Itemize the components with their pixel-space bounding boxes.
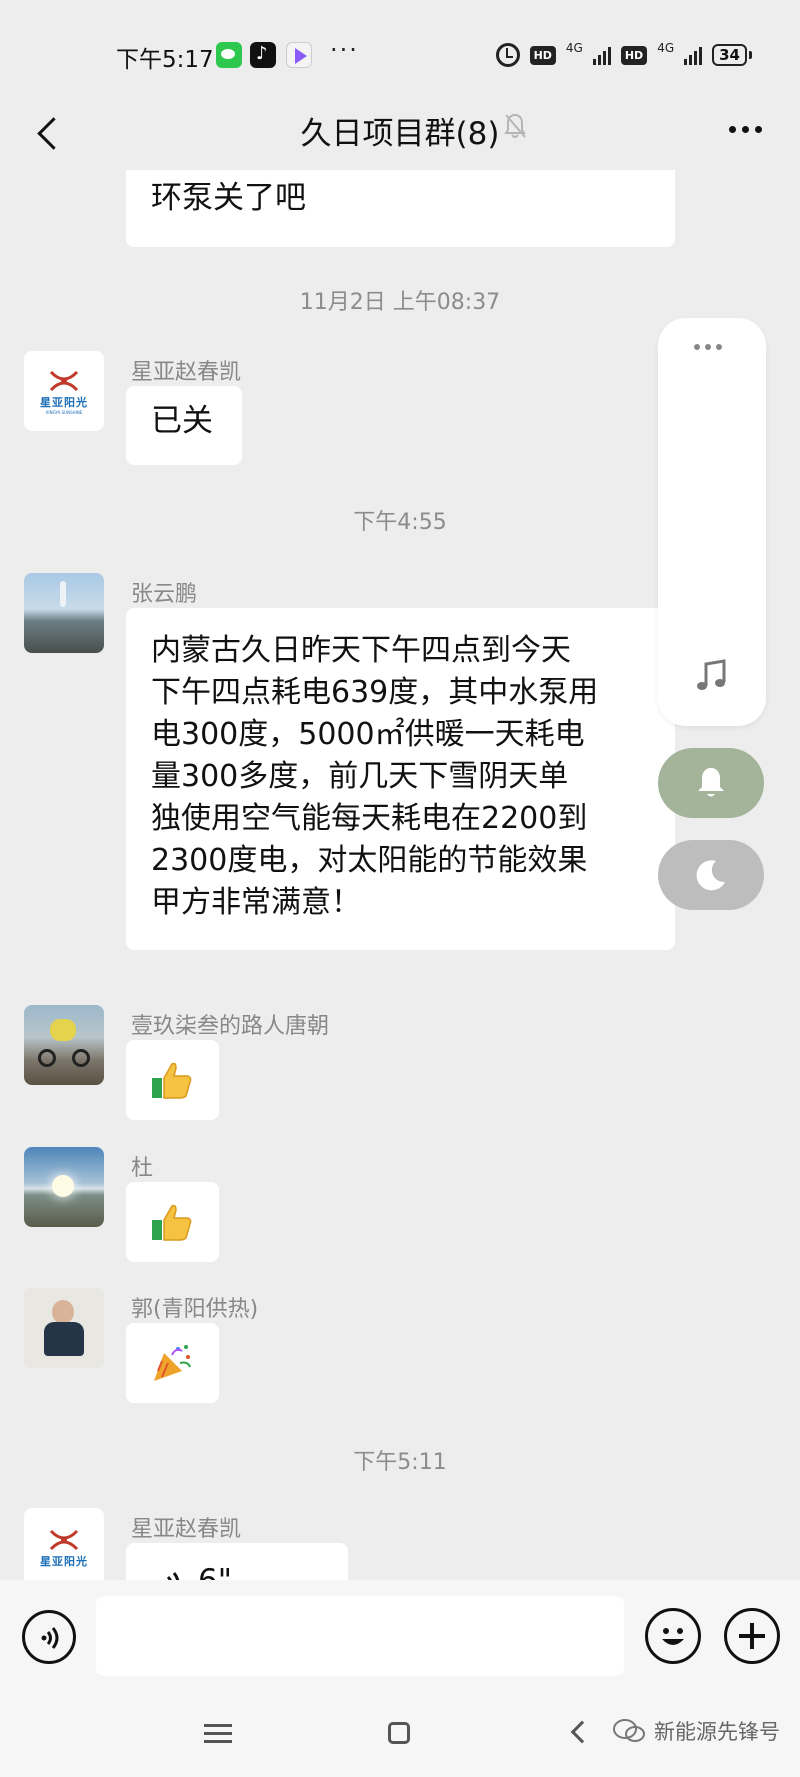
video-app-notification-icon	[286, 42, 312, 68]
thumbs-up-icon	[152, 1062, 192, 1099]
watermark-text: 新能源先锋号	[654, 1720, 780, 1744]
hd-badge: HD	[529, 45, 556, 65]
floating-player-panel[interactable]	[658, 318, 766, 726]
party-popper-icon	[154, 1345, 191, 1381]
wechat-official-account-icon	[613, 1719, 645, 1742]
input-bar	[0, 1580, 800, 1690]
message-line: 甲方非常满意！	[151, 885, 361, 920]
avatar[interactable]	[24, 573, 104, 653]
message-line: 内蒙古久日昨天下午四点到今天	[151, 633, 571, 668]
avatar-brand-subtext: XINGYA SUNSHINE	[45, 409, 83, 415]
dark-mode-toggle[interactable]	[658, 840, 764, 910]
message-input[interactable]	[96, 1596, 624, 1676]
avatar[interactable]	[24, 1147, 104, 1227]
voice-message-bubble[interactable]: 6"	[126, 1543, 348, 1580]
nav-back-icon[interactable]	[570, 1720, 594, 1744]
message-bubble[interactable]: 已关	[126, 386, 242, 465]
sender-name: 壹玖柒叁的路人唐朝	[131, 1014, 330, 1039]
avatar[interactable]: 星亚阳光	[24, 1508, 104, 1580]
wechat-notification-icon	[216, 42, 242, 68]
message-timestamp: 11月2日 上午08:37	[299, 290, 501, 315]
voice-icon	[41, 1627, 59, 1649]
emoji-bubble[interactable]	[126, 1323, 219, 1403]
signal-strength-icon-2	[684, 45, 703, 65]
voice-duration: 6"	[198, 1563, 232, 1580]
message-line: 独使用空气能每天耗电在2200到	[151, 801, 588, 836]
mute-bell-icon	[504, 113, 526, 138]
status-time: 下午5:17	[116, 47, 214, 73]
bell-icon	[698, 768, 724, 797]
tiktok-notification-icon	[250, 42, 276, 68]
status-bar: 下午5:17 ··· HD 4G HD 4G 34	[0, 0, 800, 100]
chat-header: 久日项目群(8)	[0, 100, 800, 180]
battery-level: 34	[712, 44, 747, 66]
panel-more-icon[interactable]	[694, 344, 722, 350]
brand-logo-icon	[49, 1529, 79, 1551]
avatar[interactable]	[24, 1288, 104, 1368]
plus-icon[interactable]	[724, 1608, 780, 1664]
sender-name: 张云鹏	[131, 582, 198, 607]
network-type-label: 4G	[565, 41, 583, 55]
alarm-icon	[495, 43, 520, 67]
avatar[interactable]: 星亚阳光 XINGYA SUNSHINE	[24, 351, 104, 431]
emoji-icon	[662, 1628, 684, 1645]
message-timestamp: 下午5:11	[353, 1450, 447, 1475]
signal-strength-icon	[592, 45, 611, 65]
message-line: 下午四点耗电639度，其中水泵用	[151, 675, 599, 710]
voice-input-button[interactable]	[22, 1610, 76, 1664]
emoji-button[interactable]	[645, 1608, 701, 1664]
status-more-icon: ···	[330, 36, 359, 64]
message-text: 环泵关了吧	[151, 180, 306, 216]
sender-name: 郭(青阳供热)	[131, 1297, 259, 1322]
sender-name: 杜	[131, 1156, 154, 1181]
avatar-brand-text: 星亚阳光	[40, 395, 88, 409]
voice-wave-icon	[166, 1572, 180, 1580]
avatar[interactable]	[24, 1005, 104, 1085]
network-type-label-2: 4G	[657, 41, 675, 55]
nav-home-icon[interactable]	[388, 1722, 410, 1744]
sender-name: 星亚赵春凯	[131, 360, 242, 385]
thumbs-up-icon	[152, 1204, 192, 1241]
hd-badge-2: HD	[620, 45, 648, 65]
status-indicators: HD 4G HD 4G 34	[495, 40, 752, 70]
avatar-brand-text: 星亚阳光	[40, 1555, 88, 1568]
system-nav-bar: 新能源先锋号	[0, 1690, 800, 1777]
notification-toggle[interactable]	[658, 748, 764, 818]
message-line: 量300多度，前几天下雪阴天单	[151, 759, 569, 794]
moon-icon	[696, 860, 725, 891]
nav-menu-icon[interactable]	[204, 1724, 232, 1744]
more-icon[interactable]	[720, 114, 770, 144]
message-line: 2300度电，对太阳能的节能效果	[151, 843, 588, 878]
brand-logo-icon	[49, 370, 79, 391]
message-line: 电300度，5000㎡供暖一天耗电	[151, 717, 585, 752]
message-bubble[interactable]: 内蒙古久日昨天下午四点到今天 下午四点耗电639度，其中水泵用 电300度，50…	[126, 608, 675, 950]
emoji-bubble[interactable]	[126, 1182, 219, 1262]
chat-title[interactable]: 久日项目群(8)	[0, 108, 800, 153]
battery-icon: 34	[712, 44, 752, 66]
watermark: 新能源先锋号	[612, 1716, 780, 1746]
message-text: 已关	[151, 403, 213, 439]
music-note-icon[interactable]	[694, 658, 730, 694]
message-bubble[interactable]: 环泵关了吧	[126, 170, 675, 247]
emoji-bubble[interactable]	[126, 1040, 219, 1120]
sender-name: 星亚赵春凯	[131, 1517, 242, 1542]
